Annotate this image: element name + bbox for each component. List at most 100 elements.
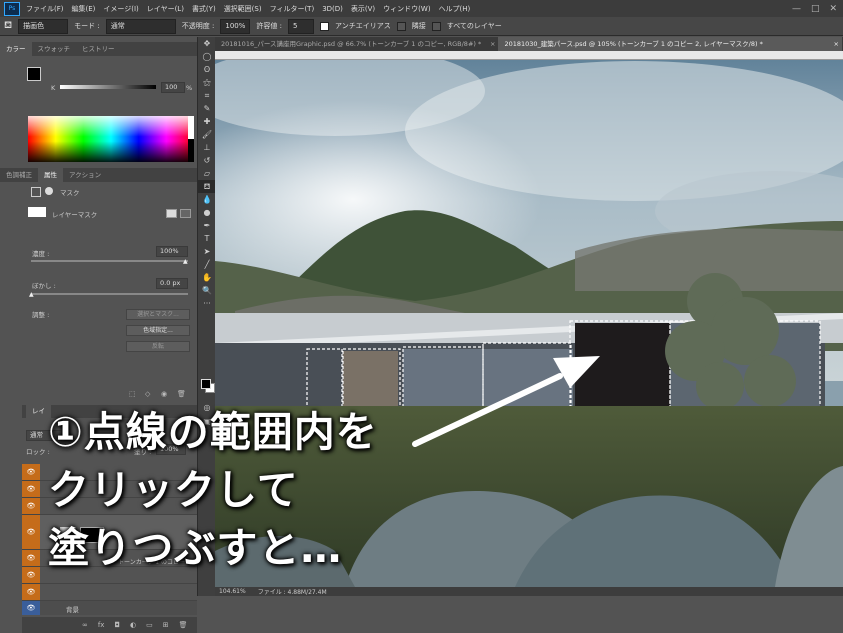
delete-layer-icon[interactable]: 🗑	[179, 621, 188, 629]
glass-window	[403, 349, 573, 407]
link-layers-icon[interactable]: ∞	[82, 621, 88, 629]
lasso-tool-icon[interactable]: ʘ	[198, 63, 216, 76]
pixel-mask-icon[interactable]	[31, 187, 41, 197]
menu-edit[interactable]: 編集(E)	[72, 4, 96, 14]
eye-icon[interactable]: 👁	[22, 498, 40, 514]
type-tool-icon[interactable]: T	[198, 232, 216, 245]
menu-image[interactable]: イメージ(I)	[103, 4, 138, 14]
k-slider[interactable]	[60, 85, 156, 89]
eraser-tool-icon[interactable]: ▱	[198, 167, 216, 180]
hand-tool-icon[interactable]: ✋	[198, 271, 216, 284]
fill-source-dropdown[interactable]: 描画色	[18, 18, 69, 34]
tab-adjustments[interactable]: 色調補正	[0, 168, 38, 182]
close-button[interactable]: ✕	[829, 4, 837, 14]
menu-filter[interactable]: フィルター(T)	[270, 4, 315, 14]
eyedropper-tool-icon[interactable]: ✎	[198, 102, 216, 115]
menu-view[interactable]: 表示(V)	[351, 4, 375, 14]
tab-color[interactable]: カラー	[0, 42, 32, 56]
mode-dropdown[interactable]: 通常	[105, 18, 176, 34]
eye-icon[interactable]: 👁	[22, 584, 40, 600]
eye-icon[interactable]: 👁	[22, 567, 40, 583]
apply-mask-icon[interactable]: ◇	[145, 390, 150, 398]
blur-tool-icon[interactable]: 💧	[198, 193, 216, 206]
dodge-tool-icon[interactable]: ●	[198, 206, 216, 219]
eye-icon[interactable]: 👁	[22, 550, 40, 566]
color-spectrum[interactable]	[28, 116, 194, 162]
add-mask-icon[interactable]: ◘	[114, 621, 120, 629]
tab-properties[interactable]: 属性	[38, 168, 63, 182]
photoshop-logo: Ps	[4, 1, 20, 16]
zoom-tool-icon[interactable]: 🔍	[198, 284, 216, 297]
select-pixel-mask-icon[interactable]	[166, 209, 177, 218]
history-brush-icon[interactable]: ↺	[198, 154, 216, 167]
select-vector-mask-icon[interactable]	[180, 209, 191, 218]
contiguous-checkbox[interactable]	[396, 21, 406, 31]
fx-icon[interactable]: fx	[98, 621, 105, 629]
invert-button[interactable]: 反転	[126, 341, 190, 352]
menu-file[interactable]: ファイル(F)	[26, 4, 64, 14]
foreground-swatch[interactable]	[27, 67, 41, 81]
tab-document-2-close[interactable]: ×	[830, 37, 842, 51]
all-layers-checkbox[interactable]	[431, 21, 441, 31]
density-slider[interactable]	[31, 260, 188, 262]
menu-layer[interactable]: レイヤー(L)	[147, 4, 184, 14]
menu-select[interactable]: 選択範囲(S)	[224, 4, 262, 14]
eye-icon[interactable]: 👁	[22, 515, 40, 549]
menu-3d[interactable]: 3D(D)	[322, 5, 343, 13]
feather-slider[interactable]	[31, 293, 188, 295]
paint-bucket-tool-icon[interactable]: ⛾	[198, 180, 216, 193]
tab-document-1-close[interactable]: ×	[487, 37, 498, 51]
new-layer-icon[interactable]: ⊞	[163, 621, 169, 629]
crop-tool-icon[interactable]: ⌗	[198, 89, 216, 102]
path-select-tool-icon[interactable]: ➤	[198, 245, 216, 258]
tolerance-field[interactable]: 5	[287, 18, 314, 34]
folder-icon[interactable]: ▭	[146, 621, 153, 629]
tab-swatches[interactable]: スウォッチ	[32, 42, 77, 56]
minimize-button[interactable]: —	[792, 4, 801, 14]
document-canvas[interactable]	[215, 51, 843, 587]
mode-label: モード :	[74, 22, 100, 30]
opacity-field[interactable]: 100%	[220, 18, 251, 34]
tab-actions[interactable]: アクション	[63, 168, 107, 182]
move-tool-icon[interactable]: ✥	[198, 37, 216, 50]
pen-tool-icon[interactable]: ✒	[198, 219, 216, 232]
mask-mode-label: マスク	[60, 189, 80, 197]
tab-history[interactable]: ヒストリー	[76, 42, 121, 56]
marquee-tool-icon[interactable]: ◯	[198, 50, 216, 63]
magic-wand-tool-icon[interactable]: ⚝	[198, 76, 216, 89]
vector-mask-icon[interactable]	[45, 187, 53, 195]
feather-field[interactable]: 0.0 px	[156, 278, 188, 289]
foreground-color-swatch[interactable]	[201, 379, 211, 389]
eye-icon[interactable]: 👁	[22, 481, 40, 497]
density-slider-thumb[interactable]: ▲	[183, 258, 188, 265]
feather-slider-thumb[interactable]: ▲	[29, 291, 34, 298]
density-field[interactable]: 100%	[156, 246, 188, 257]
select-and-mask-button[interactable]: 選択とマスク...	[126, 309, 190, 320]
menu-help[interactable]: ヘルプ(H)	[439, 4, 471, 14]
k-value-field[interactable]: 100	[161, 82, 185, 93]
tab-document-2[interactable]: 20181030_建築パース.psd @ 105% (トーンカーブ 1 のコピー…	[498, 37, 831, 51]
spectrum-white-black[interactable]	[188, 116, 194, 162]
eye-icon[interactable]: 👁	[22, 464, 40, 480]
trash-icon[interactable]: 🗑	[177, 390, 186, 398]
healing-tool-icon[interactable]: ✚	[198, 115, 216, 128]
line-tool-icon[interactable]: ╱	[198, 258, 216, 271]
tab-document-1[interactable]: 20181016_パース講座用Graphic.psd @ 66.7% (トーンカ…	[215, 37, 487, 51]
load-selection-icon[interactable]: ⬚	[129, 390, 136, 398]
paint-bucket-tool-icon[interactable]: ⛾	[4, 20, 12, 33]
menu-window[interactable]: ウィンドウ(W)	[383, 4, 430, 14]
brush-tool-icon[interactable]: 🖌	[198, 128, 216, 141]
more-tools-icon[interactable]: ···	[198, 297, 216, 310]
layer-row[interactable]	[22, 584, 197, 601]
antialias-checkbox[interactable]	[319, 21, 329, 31]
background-layer-row[interactable]	[22, 601, 197, 615]
adjustment-layer-icon[interactable]: ◐	[130, 621, 136, 629]
stamp-tool-icon[interactable]: ⊥	[198, 141, 216, 154]
menu-type[interactable]: 書式(Y)	[192, 4, 216, 14]
maximize-button[interactable]: □	[811, 4, 820, 14]
color-range-button[interactable]: 色域指定...	[126, 325, 190, 336]
eye-icon[interactable]: 👁	[22, 601, 40, 615]
architectural-render	[215, 51, 843, 587]
visibility-icon[interactable]: ◉	[161, 390, 167, 398]
zoom-level[interactable]: 104.61%	[219, 588, 246, 595]
